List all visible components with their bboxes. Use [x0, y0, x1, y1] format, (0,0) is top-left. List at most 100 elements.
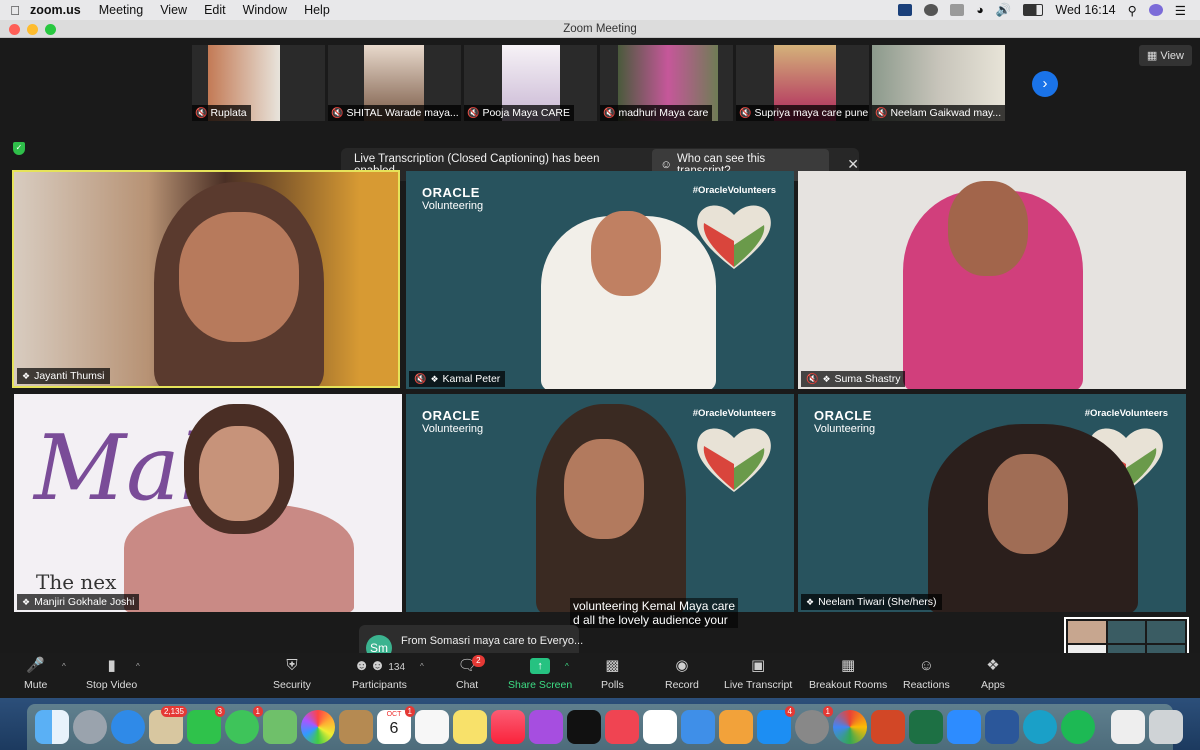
breakout-rooms-button[interactable]: ▦ Breakout Rooms	[809, 658, 888, 692]
close-window-icon[interactable]	[9, 24, 20, 35]
battery-icon[interactable]	[1023, 4, 1044, 16]
reminders-icon[interactable]	[415, 710, 449, 744]
excel-icon[interactable]	[909, 710, 943, 744]
participant-thumbnail[interactable]: 🔇 Pooja Maya CARE	[464, 45, 597, 121]
safari-icon[interactable]	[111, 710, 145, 744]
mute-options-caret-icon[interactable]: ^	[62, 662, 66, 671]
numbers-icon[interactable]	[643, 710, 677, 744]
menu-help[interactable]: Help	[304, 3, 330, 17]
apps-button[interactable]: ❖ Apps	[981, 658, 1005, 692]
music-icon[interactable]	[491, 710, 525, 744]
video-tile[interactable]: ORACLE Volunteering #OracleVolunteers ❖ Ne…	[798, 394, 1186, 612]
tile-name: Kamal Peter	[442, 373, 501, 385]
share-options-caret-icon[interactable]: ^	[565, 662, 569, 671]
system-preferences-icon[interactable]: 1	[795, 706, 833, 744]
participants-button[interactable]: ☻☻ 134 Participants	[352, 658, 407, 692]
chat-button[interactable]: 🗨 2 Chat	[456, 655, 485, 691]
launchpad-icon[interactable]	[73, 710, 107, 744]
photos-app-icon[interactable]: 2,135	[149, 706, 187, 744]
video-tile[interactable]: ORACLE Volunteering #OracleVolunteers	[406, 394, 794, 612]
keynote-icon[interactable]	[681, 710, 715, 744]
video-tile[interactable]: Mal The nex ❖ Manjiri Gokhale Joshi	[14, 394, 402, 612]
participant-thumbnail[interactable]: 🔇 SHITAL Warade maya...	[328, 45, 461, 121]
calendar-icon[interactable]: OCT 6 1	[377, 706, 415, 744]
messages-icon[interactable]: 1	[225, 706, 263, 744]
menu-view[interactable]: View	[160, 3, 187, 17]
bluetooth-icon[interactable]	[950, 4, 965, 16]
participant-thumbnail[interactable]: 🔇 Ruplata	[192, 45, 325, 121]
live-transcript-button[interactable]: ▣ Live Transcript	[724, 658, 792, 692]
finder-icon[interactable]	[35, 710, 69, 744]
sync-icon[interactable]	[924, 4, 939, 16]
video-tile[interactable]: ORACLE Volunteering #OracleVolunteers 🔇 ❖ K…	[406, 171, 794, 389]
polls-label: Polls	[601, 679, 624, 691]
apple-menu-icon[interactable]: 	[0, 3, 30, 18]
minimize-window-icon[interactable]	[27, 24, 38, 35]
siri-icon[interactable]	[1148, 4, 1163, 16]
chrome-icon[interactable]	[833, 710, 867, 744]
encryption-shield-icon[interactable]: ✓	[13, 142, 25, 155]
zoom-window-icon[interactable]	[45, 24, 56, 35]
zoom-icon[interactable]	[947, 710, 981, 744]
participants-options-caret-icon[interactable]: ^	[420, 662, 424, 671]
record-button[interactable]: ◉ Record	[665, 658, 699, 692]
video-options-caret-icon[interactable]: ^	[136, 662, 140, 671]
share-screen-button[interactable]: ↑ Share Screen	[508, 658, 572, 691]
pages-icon[interactable]	[719, 710, 753, 744]
shield-icon: ⛨	[286, 657, 298, 674]
menubar-clock[interactable]: Wed 16:14	[1055, 3, 1115, 17]
zoom-status-icon[interactable]	[898, 4, 913, 16]
spotify-icon[interactable]	[1061, 710, 1095, 744]
video-camera-icon: ▮	[107, 657, 116, 674]
person-icon: ☺	[660, 158, 672, 171]
app-store-icon[interactable]: 4	[757, 706, 795, 744]
downloads-folder-icon[interactable]	[1111, 710, 1145, 744]
security-button[interactable]: ⛨ Security	[273, 657, 311, 692]
thumbnail-name: Ruplata	[210, 107, 247, 119]
breakout-rooms-label: Breakout Rooms	[809, 679, 888, 691]
notes-icon[interactable]	[453, 710, 487, 744]
wifi-icon[interactable]: ◕	[976, 3, 984, 17]
menu-window[interactable]: Window	[243, 3, 287, 17]
pin-icon: ❖	[806, 596, 815, 607]
settings-badge: 1	[822, 706, 833, 717]
photos-icon[interactable]	[301, 710, 335, 744]
word-icon[interactable]	[985, 710, 1019, 744]
control-center-icon[interactable]: ☰	[1175, 3, 1186, 18]
participant-thumbnail[interactable]: 🔇 madhuri Maya care	[600, 45, 733, 121]
video-tile-active-speaker[interactable]: ❖ Jayanti Thumsi	[12, 170, 400, 388]
caption-line: volunteering Kemal Maya care	[573, 599, 736, 613]
edge-icon[interactable]	[1023, 710, 1057, 744]
menu-meeting[interactable]: Meeting	[99, 3, 143, 17]
stop-video-button[interactable]: ▮ Stop Video	[86, 657, 137, 692]
menu-edit[interactable]: Edit	[204, 3, 226, 17]
polls-button[interactable]: ▩ Polls	[601, 658, 624, 692]
appstore-badge: 4	[784, 706, 795, 717]
contacts-icon[interactable]	[339, 710, 373, 744]
window-titlebar: Zoom Meeting	[0, 20, 1200, 38]
next-page-arrow-icon[interactable]: ›	[1032, 71, 1058, 97]
caption-line: d all the lovely audience your	[573, 613, 728, 627]
powerpoint-icon[interactable]	[871, 710, 905, 744]
trash-icon[interactable]	[1149, 710, 1183, 744]
participant-thumbnail[interactable]: 🔇 Supriya maya care pune	[736, 45, 869, 121]
news-icon[interactable]	[605, 710, 639, 744]
spotlight-search-icon[interactable]: ⚲	[1128, 3, 1137, 18]
facetime-icon[interactable]: 3	[187, 706, 225, 744]
share-arrow-icon: ↑	[530, 658, 551, 674]
mic-muted-icon: 🔇	[603, 107, 616, 119]
volume-icon[interactable]: 🔊	[996, 3, 1012, 18]
reactions-label: Reactions	[903, 679, 950, 691]
participant-thumbnail[interactable]: 🔇 Neelam Gaikwad may...	[872, 45, 1005, 121]
maps-icon[interactable]	[263, 710, 297, 744]
pin-icon: ❖	[22, 370, 31, 381]
app-menu[interactable]: zoom.us	[30, 3, 81, 17]
view-button[interactable]: ▦ View	[1138, 45, 1192, 66]
live-caption: volunteering Kemal Maya care d all the l…	[570, 598, 739, 628]
reactions-button[interactable]: ☺ Reactions	[903, 658, 950, 692]
mute-button[interactable]: 🎤 Mute	[24, 658, 47, 692]
video-tile[interactable]: 🔇 ❖ Suma Shastry	[798, 171, 1186, 389]
podcasts-icon[interactable]	[529, 710, 563, 744]
apple-tv-icon[interactable]	[567, 710, 601, 744]
oracle-hashtag: #OracleVolunteers	[692, 185, 776, 196]
